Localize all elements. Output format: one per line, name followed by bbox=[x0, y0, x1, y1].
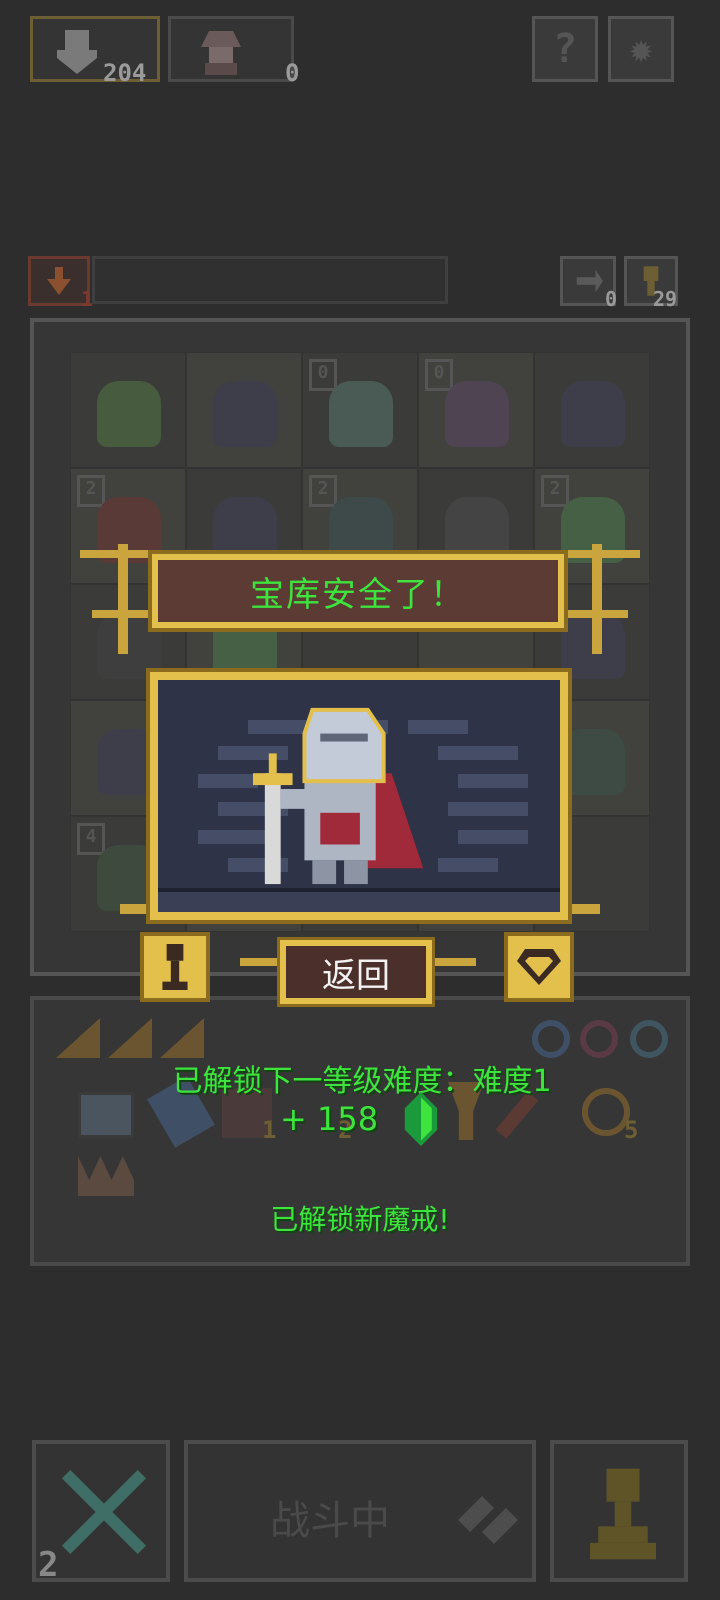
item-badge: 5 bbox=[624, 1116, 639, 1144]
witch-sprite bbox=[329, 381, 393, 447]
arrow-down-icon bbox=[47, 267, 71, 295]
cheese-item[interactable] bbox=[56, 1018, 100, 1058]
merchant-icon bbox=[201, 31, 241, 75]
back-button[interactable]: 返回 bbox=[277, 937, 435, 1007]
title-banner: 宝库安全了！ bbox=[148, 550, 568, 632]
battle-label: 战斗中 bbox=[270, 1498, 390, 1544]
hooded-sprite bbox=[561, 381, 625, 447]
ring-item[interactable] bbox=[532, 1020, 570, 1058]
unlock-ring-message: 已解锁新魔戒! bbox=[270, 1203, 450, 1236]
left-post bbox=[118, 544, 128, 654]
ring-item[interactable] bbox=[630, 1020, 668, 1058]
cheese-item[interactable] bbox=[160, 1018, 204, 1058]
settings-button[interactable]: ✹ bbox=[608, 16, 674, 82]
merchant-count: 0 bbox=[285, 59, 300, 87]
tower-button[interactable] bbox=[140, 932, 210, 1002]
orc-sprite bbox=[97, 381, 161, 447]
cell-level: 0 bbox=[425, 359, 453, 391]
help-button[interactable]: ? bbox=[532, 16, 598, 82]
vault-picture bbox=[146, 668, 572, 924]
cheese-item[interactable] bbox=[108, 1018, 152, 1058]
cell-level: 2 bbox=[309, 475, 337, 507]
cell-level: 4 bbox=[77, 823, 105, 855]
right-post bbox=[592, 544, 602, 654]
help-icon: ? bbox=[552, 26, 578, 72]
gargoyle-sprite bbox=[445, 381, 509, 447]
gem-button[interactable] bbox=[504, 932, 574, 1002]
reroll-icon bbox=[576, 269, 603, 293]
map-item[interactable] bbox=[78, 1092, 134, 1138]
reroll-count: 0 bbox=[605, 287, 618, 311]
pawn-icon bbox=[590, 1468, 656, 1560]
cell-level: 2 bbox=[541, 475, 569, 507]
battle-button[interactable]: 战斗中 bbox=[184, 1440, 536, 1582]
back-button-label: 返回 bbox=[322, 955, 390, 996]
grid-cell[interactable]: 0 bbox=[418, 352, 534, 468]
knight-sprite bbox=[252, 707, 424, 885]
guard-sprite bbox=[561, 729, 625, 795]
gem-reward: + 158 bbox=[276, 1092, 446, 1146]
shovel-icon bbox=[57, 30, 97, 74]
grid-cell[interactable]: 0 bbox=[302, 352, 418, 468]
swords-icon bbox=[458, 1496, 518, 1544]
emerald-icon bbox=[404, 1092, 438, 1146]
grid-cell[interactable] bbox=[534, 352, 650, 468]
level-badge: 1 bbox=[28, 256, 93, 309]
progress-bar bbox=[92, 256, 448, 304]
item-badge: 1 bbox=[262, 1116, 277, 1144]
dialog-title: 宝库安全了！ bbox=[250, 574, 466, 615]
cross-icon bbox=[62, 1470, 146, 1554]
ring-item[interactable] bbox=[580, 1020, 618, 1058]
key-count: 29 bbox=[653, 287, 678, 311]
gem-icon bbox=[517, 949, 561, 985]
key-button[interactable]: 29 bbox=[624, 256, 678, 311]
keyhole-icon bbox=[162, 944, 188, 990]
cancel-count: 2 bbox=[38, 1545, 59, 1585]
pawn-button[interactable] bbox=[550, 1440, 688, 1582]
cell-level: 0 bbox=[309, 359, 337, 391]
cell-level: 2 bbox=[77, 475, 105, 507]
gem-gain-amount: + 158 bbox=[280, 1100, 379, 1138]
grid-cell[interactable] bbox=[70, 352, 186, 468]
gear-icon: ✹ bbox=[628, 26, 654, 72]
grid-cell[interactable] bbox=[186, 352, 302, 468]
hooded-sprite bbox=[213, 381, 277, 447]
reroll-button[interactable]: 0 bbox=[560, 256, 618, 311]
relic-count: 204 bbox=[103, 59, 147, 87]
relic-slot[interactable]: 204 bbox=[30, 16, 160, 87]
merchant-slot[interactable]: 0 bbox=[168, 16, 299, 85]
claw-item[interactable] bbox=[78, 1156, 134, 1196]
cancel-button[interactable]: 2 bbox=[32, 1440, 170, 1582]
